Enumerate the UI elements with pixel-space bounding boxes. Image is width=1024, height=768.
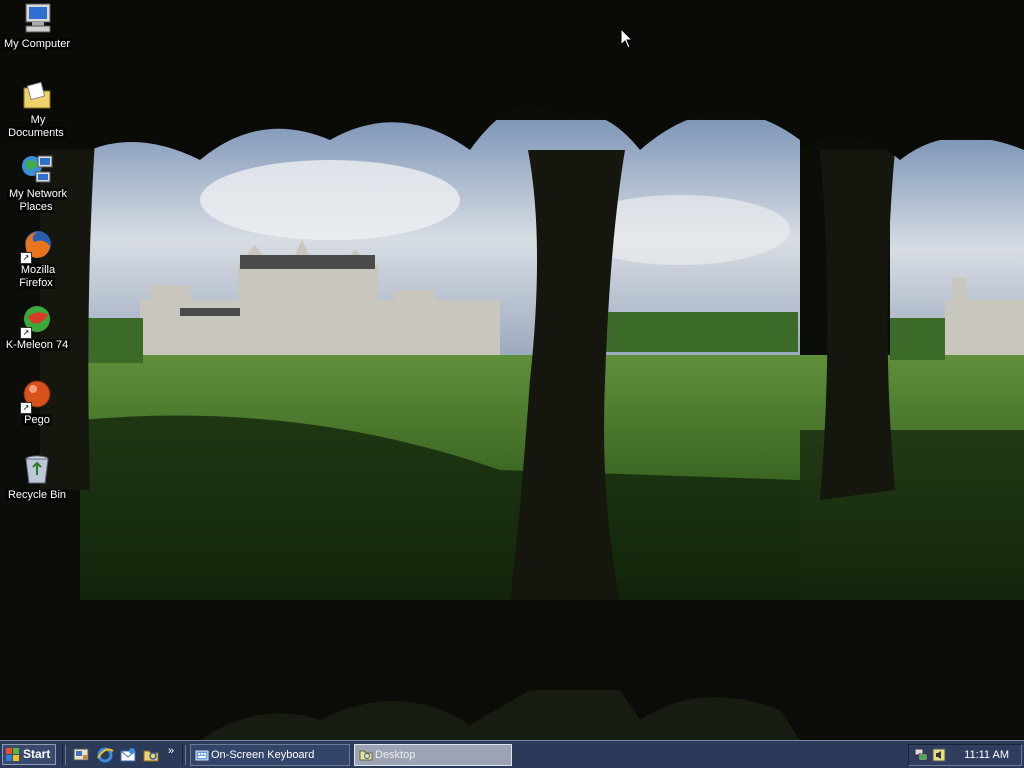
shortcut-arrow-icon: ↗ xyxy=(20,252,32,264)
firefox-shortcut[interactable]: ↗ Mozilla Firefox xyxy=(0,226,74,298)
keyboard-icon xyxy=(195,750,209,761)
start-button[interactable]: Start xyxy=(2,744,56,765)
desktop-wallpaper xyxy=(0,0,1024,740)
task-desktop[interactable]: Desktop xyxy=(354,744,512,766)
taskbar-separator xyxy=(62,745,66,765)
clock[interactable]: 11:11 AM xyxy=(964,749,1009,761)
start-label: Start xyxy=(23,747,51,761)
my-computer-shortcut[interactable]: My Computer xyxy=(0,0,74,72)
taskbar-separator xyxy=(182,745,186,765)
k-meleon-label: K-Meleon 74 xyxy=(3,339,71,351)
windows-logo-icon xyxy=(6,748,19,761)
outlook-express-icon[interactable] xyxy=(119,746,137,764)
k-meleon-shortcut[interactable]: ↗ K-Meleon 74 xyxy=(0,301,74,373)
pego-label: Pego xyxy=(22,414,52,426)
network-places-shortcut[interactable]: My Network Places xyxy=(0,150,74,222)
firefox-label: Mozilla Firefox xyxy=(18,264,56,289)
explorer-icon[interactable] xyxy=(142,746,160,764)
network-icon[interactable] xyxy=(914,748,928,762)
mouse-cursor-icon xyxy=(620,28,634,49)
quick-launch-chevron-icon[interactable]: » xyxy=(168,745,174,757)
my-documents-label: My Documents xyxy=(8,114,66,139)
system-tray: 11:11 AM xyxy=(908,744,1022,766)
internet-explorer-icon[interactable] xyxy=(96,746,114,764)
my-documents-shortcut[interactable]: My Documents xyxy=(0,76,74,148)
my-computer-label: My Computer xyxy=(1,38,73,50)
task-on-screen-keyboard[interactable]: On-Screen Keyboard xyxy=(190,744,350,766)
folder-icon xyxy=(359,750,373,761)
volume-icon[interactable] xyxy=(932,748,946,762)
task-desktop-label: Desktop xyxy=(375,749,416,761)
desktop[interactable]: My Computer My Documents My Network Plac… xyxy=(0,0,1024,768)
task-on-screen-keyboard-label: On-Screen Keyboard xyxy=(211,749,315,761)
network-places-label: My Network Places xyxy=(6,188,68,213)
network-places-icon xyxy=(22,155,53,183)
recycle-bin-shortcut[interactable]: Recycle Bin xyxy=(0,451,74,523)
show-desktop-icon[interactable] xyxy=(72,746,90,764)
taskbar: Start » On-Screen Keyboard Desktop 11:11… xyxy=(0,740,1024,768)
recycle-bin-icon xyxy=(25,455,49,484)
my-computer-icon xyxy=(25,3,51,33)
my-documents-icon xyxy=(23,81,51,109)
shortcut-arrow-icon: ↗ xyxy=(20,402,32,414)
shortcut-arrow-icon: ↗ xyxy=(20,327,32,339)
recycle-bin-label: Recycle Bin xyxy=(5,489,69,501)
pego-shortcut[interactable]: ↗ Pego xyxy=(0,376,74,448)
